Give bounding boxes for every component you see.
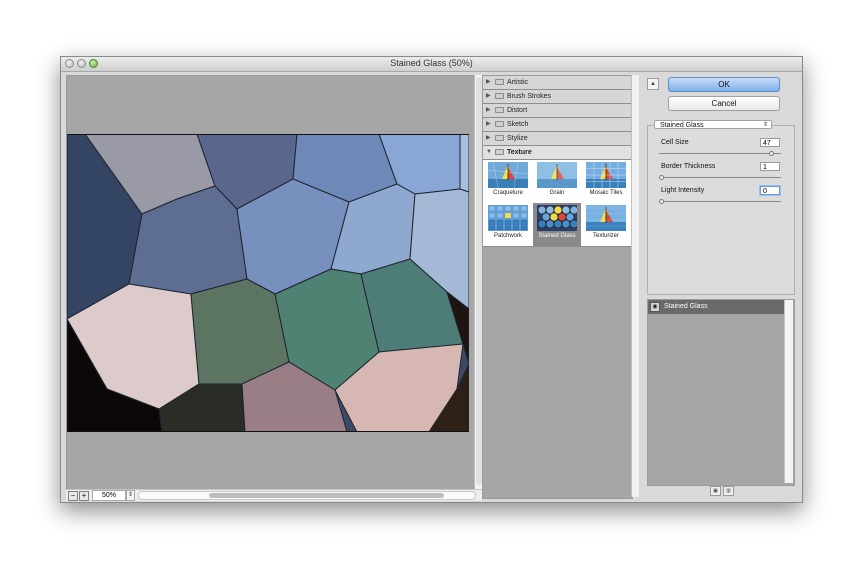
mosaic-tiles-thumbnail-image xyxy=(586,162,626,188)
collapse-gallery-button[interactable]: ▲ xyxy=(647,78,659,90)
texture-filter-thumbnails: Craquelure Grain Mosaic Tiles Patchwork … xyxy=(483,160,632,247)
filter-label: Texturizer xyxy=(592,233,619,239)
craquelure-thumbnail-image xyxy=(488,162,528,188)
ok-button[interactable]: OK xyxy=(668,77,780,92)
filter-thumb-mosaic-tiles[interactable]: Mosaic Tiles xyxy=(582,160,630,203)
category-label: Texture xyxy=(507,149,532,156)
gallery-scrollbar[interactable] xyxy=(631,75,639,497)
filter-label: Grain xyxy=(549,190,565,196)
category-label: Stylize xyxy=(507,135,528,142)
light-intensity-label: Light Intensity xyxy=(661,187,705,194)
filter-select-value: Stained Glass xyxy=(660,122,704,129)
light-intensity-slider[interactable] xyxy=(659,199,781,204)
cell-size-input[interactable]: 47 xyxy=(760,138,780,147)
trash-icon: ▥ xyxy=(726,488,731,494)
filter-thumb-grain[interactable]: Grain xyxy=(533,160,581,203)
filter-label: Patchwork xyxy=(493,233,522,239)
cell-size-slider-knob[interactable] xyxy=(769,151,774,156)
title-bar[interactable]: Stained Glass (50%) xyxy=(61,57,802,72)
category-label: Sketch xyxy=(507,121,529,128)
cell-size-slider[interactable] xyxy=(659,151,781,156)
filter-thumb-texturizer[interactable]: Texturizer xyxy=(582,203,630,246)
disclosure-right-icon[interactable]: ▶ xyxy=(486,118,491,131)
window-title: Stained Glass (50%) xyxy=(390,58,473,68)
up-down-arrows-icon: ⇕ xyxy=(127,492,134,498)
patchwork-thumbnail-image xyxy=(488,205,528,231)
border-thickness-input[interactable]: 1 xyxy=(760,162,780,171)
filter-label: Craquelure xyxy=(493,190,523,196)
disclosure-right-icon[interactable]: ▶ xyxy=(486,76,491,89)
up-down-arrows-icon: ⇕ xyxy=(762,122,768,128)
category-label: Brush Strokes xyxy=(507,93,551,100)
folder-icon xyxy=(495,79,504,85)
visibility-eye-icon[interactable]: ◉ xyxy=(650,302,660,312)
filter-thumb-craquelure[interactable]: Craquelure xyxy=(484,160,532,203)
preview-zoom-bar: − + 50% ⇕ xyxy=(66,489,482,501)
grain-thumbnail-image xyxy=(537,162,577,188)
border-thickness-slider[interactable] xyxy=(659,175,781,180)
folder-icon xyxy=(495,149,504,155)
filter-select-dropdown[interactable]: Stained Glass ⇕ xyxy=(654,120,772,129)
cell-size-label: Cell Size xyxy=(661,139,689,146)
stained-glass-preview-image xyxy=(67,134,469,432)
disclosure-right-icon[interactable]: ▶ xyxy=(486,132,491,145)
zoom-level-field[interactable]: 50% xyxy=(92,490,126,501)
folder-icon xyxy=(495,121,504,127)
category-sketch[interactable]: ▶ Sketch xyxy=(483,118,632,132)
layers-scrollbar[interactable] xyxy=(784,300,793,483)
preview-canvas[interactable] xyxy=(66,75,476,491)
zoom-in-button[interactable]: + xyxy=(79,491,89,501)
disclosure-down-icon[interactable]: ▼ xyxy=(486,146,492,159)
plus-icon: + xyxy=(81,491,87,500)
filter-label: Stained Glass xyxy=(538,233,576,239)
filter-label: Mosaic Tiles xyxy=(589,190,623,196)
effect-layer-label: Stained Glass xyxy=(664,303,708,310)
zoom-out-button[interactable]: − xyxy=(68,491,78,501)
border-thickness-slider-knob[interactable] xyxy=(659,175,664,180)
category-artistic[interactable]: ▶ Artistic xyxy=(483,76,632,90)
cancel-button[interactable]: Cancel xyxy=(668,96,780,111)
disclosure-right-icon[interactable]: ▶ xyxy=(486,104,491,117)
delete-effect-layer-button[interactable]: ▥ xyxy=(723,486,734,496)
category-distort[interactable]: ▶ Distort xyxy=(483,104,632,118)
folder-icon xyxy=(495,135,504,141)
zoom-dropdown-button[interactable]: ⇕ xyxy=(126,490,135,501)
category-stylize[interactable]: ▶ Stylize xyxy=(483,132,632,146)
minus-icon: − xyxy=(70,491,76,500)
category-label: Distort xyxy=(507,107,528,114)
texturizer-thumbnail-image xyxy=(586,205,626,231)
category-label: Artistic xyxy=(507,79,528,86)
category-brush-strokes[interactable]: ▶ Brush Strokes xyxy=(483,90,632,104)
effect-layers-panel: ◉ Stained Glass xyxy=(647,299,795,486)
filter-thumb-stained-glass[interactable]: Stained Glass xyxy=(533,203,581,246)
new-layer-icon: ▣ xyxy=(713,488,718,494)
new-effect-layer-button[interactable]: ▣ xyxy=(710,486,721,496)
category-texture[interactable]: ▼ Texture xyxy=(483,146,632,160)
chevron-up-icon: ▲ xyxy=(650,81,656,87)
stained-glass-thumbnail-image xyxy=(537,205,577,231)
border-thickness-label: Border Thickness xyxy=(661,163,716,170)
folder-icon xyxy=(495,93,504,99)
filter-dialog-window: Stained Glass (50%) − + 50% ⇕ ▶ Artistic… xyxy=(60,56,803,503)
light-intensity-input[interactable]: 0 xyxy=(760,186,780,195)
preview-horizontal-scroll-thumb[interactable] xyxy=(209,493,444,498)
folder-icon xyxy=(495,107,504,113)
filter-thumb-patchwork[interactable]: Patchwork xyxy=(484,203,532,246)
filter-gallery-panel: ▶ Artistic ▶ Brush Strokes ▶ Distort ▶ S… xyxy=(482,75,633,499)
preview-horizontal-scrollbar[interactable] xyxy=(138,491,476,500)
light-intensity-slider-knob[interactable] xyxy=(659,199,664,204)
effect-layer-stained-glass[interactable]: ◉ Stained Glass xyxy=(648,300,784,314)
disclosure-right-icon[interactable]: ▶ xyxy=(486,90,491,103)
